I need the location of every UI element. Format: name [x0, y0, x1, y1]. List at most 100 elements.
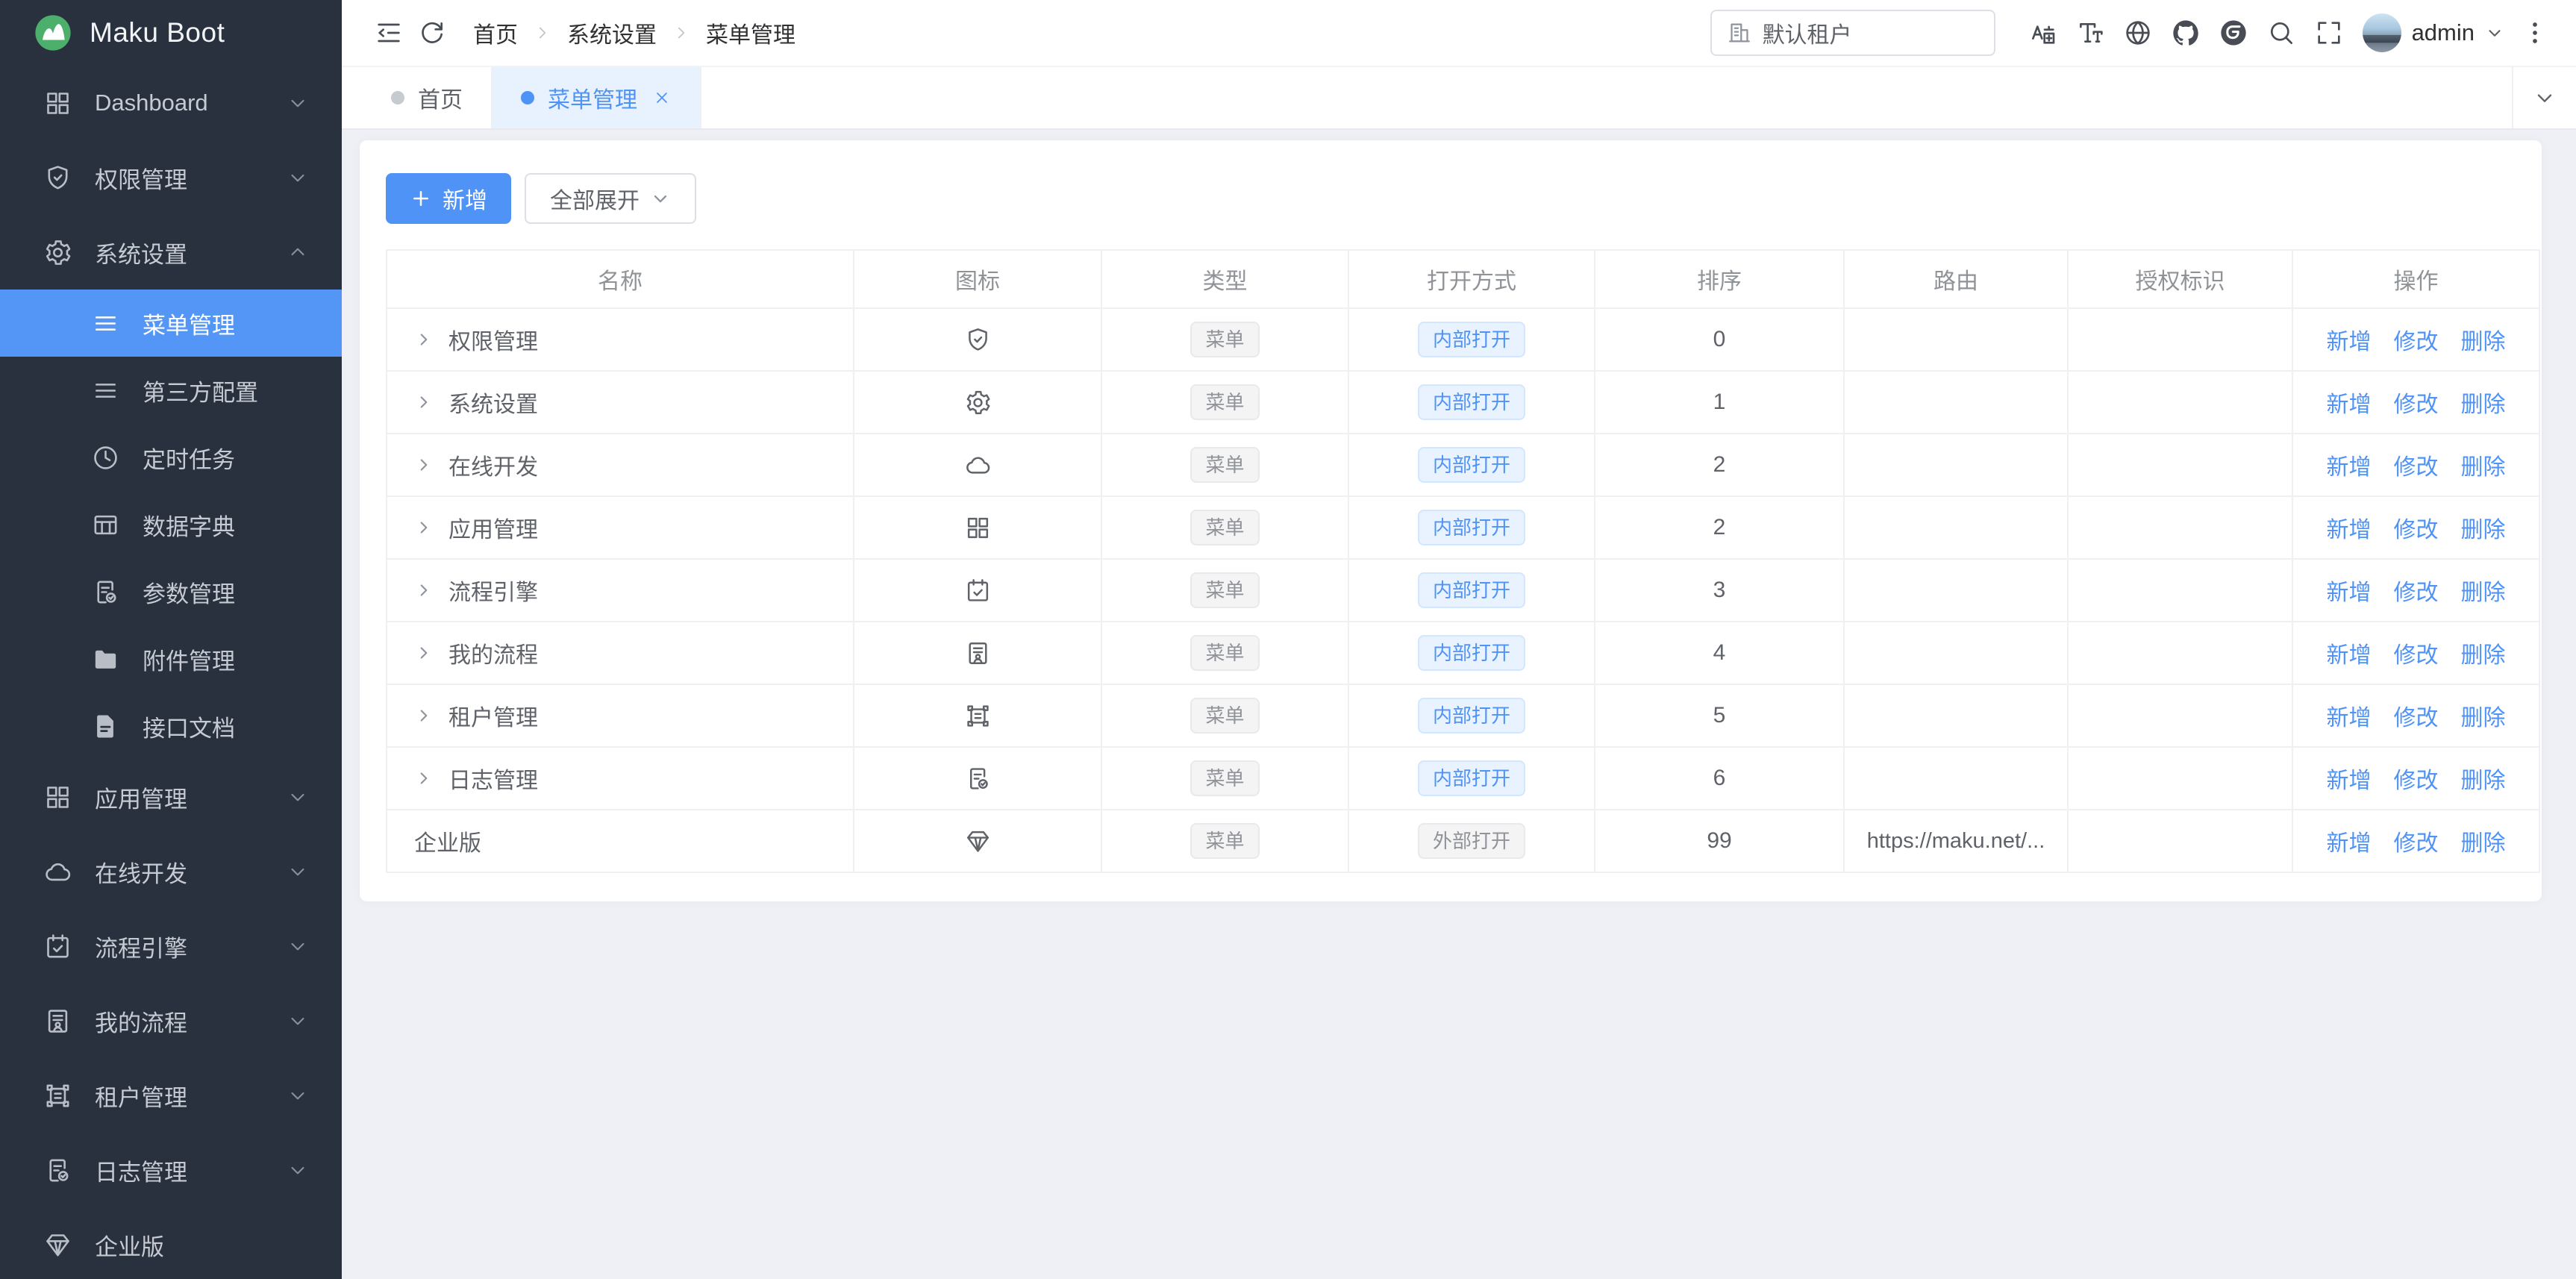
row-action-add[interactable]: 新增 — [2327, 762, 2372, 795]
building-icon — [1727, 20, 1752, 46]
row-action-edit[interactable]: 修改 — [2394, 699, 2439, 732]
row-action-delete[interactable]: 删除 — [2461, 699, 2506, 732]
row-expand-icon[interactable] — [414, 706, 434, 725]
row-expand-icon[interactable] — [414, 643, 434, 663]
apps-grid-icon — [43, 783, 72, 812]
table-column-header: 授权标识 — [2068, 250, 2292, 308]
row-action-add[interactable]: 新增 — [2327, 323, 2372, 356]
row-expand-icon[interactable] — [414, 330, 434, 349]
gitee-button[interactable] — [2212, 11, 2255, 54]
row-action-delete[interactable]: 删除 — [2461, 386, 2506, 419]
sidebar-item-2-6[interactable]: 接口文档 — [0, 692, 342, 760]
sidebar-item-label: 参数管理 — [143, 575, 309, 609]
chevron-down-icon — [287, 1159, 309, 1181]
user-menu[interactable]: admin — [2363, 13, 2504, 52]
sidebar-item-2-0[interactable]: 菜单管理 — [0, 290, 342, 357]
sidebar-item-label: 流程引擎 — [95, 930, 287, 963]
search-icon — [2266, 18, 2296, 48]
row-actions: 新增修改删除 — [2294, 762, 2538, 795]
row-action-delete[interactable]: 删除 — [2461, 637, 2506, 669]
translate-button[interactable] — [2021, 11, 2064, 54]
sidebar-collapse-icon[interactable] — [367, 11, 410, 54]
row-action-add[interactable]: 新增 — [2327, 386, 2372, 419]
sidebar-item-6[interactable]: 我的流程 — [0, 984, 342, 1058]
row-action-add[interactable]: 新增 — [2327, 574, 2372, 607]
translate-icon — [2028, 18, 2057, 48]
row-action-edit[interactable]: 修改 — [2394, 637, 2439, 669]
sidebar-item-3[interactable]: 应用管理 — [0, 760, 342, 834]
globe-button[interactable] — [2116, 11, 2160, 54]
row-action-edit[interactable]: 修改 — [2394, 762, 2439, 795]
search-button[interactable] — [2260, 11, 2303, 54]
row-action-delete[interactable]: 删除 — [2461, 323, 2506, 356]
row-expand-icon[interactable] — [414, 393, 434, 412]
sidebar-item-7[interactable]: 租户管理 — [0, 1058, 342, 1133]
row-sort: 1 — [1595, 371, 1844, 434]
tabs-dropdown-button[interactable] — [2512, 67, 2576, 128]
open-mode-tag: 外部打开 — [1418, 823, 1525, 859]
row-actions: 新增修改删除 — [2294, 574, 2538, 607]
row-name-wrap: 系统设置 — [414, 386, 845, 419]
sidebar-item-label: 应用管理 — [95, 781, 287, 814]
breadcrumb-item[interactable]: 系统设置 — [567, 16, 657, 49]
row-action-add[interactable]: 新增 — [2327, 448, 2372, 481]
chevron-right-icon — [533, 23, 552, 43]
row-action-delete[interactable]: 删除 — [2461, 574, 2506, 607]
row-action-edit[interactable]: 修改 — [2394, 386, 2439, 419]
breadcrumb-item[interactable]: 首页 — [473, 16, 518, 49]
sidebar-item-label: Dashboard — [95, 90, 287, 116]
row-action-edit[interactable]: 修改 — [2394, 574, 2439, 607]
font-size-button[interactable] — [2069, 11, 2112, 54]
table-row-2: 在线开发菜单内部打开2新增修改删除 — [387, 434, 2539, 496]
row-action-delete[interactable]: 删除 — [2461, 825, 2506, 857]
sidebar-item-2-3[interactable]: 数据字典 — [0, 491, 342, 558]
sidebar-item-1[interactable]: 权限管理 — [0, 140, 342, 215]
sidebar-item-8[interactable]: 日志管理 — [0, 1133, 342, 1207]
font-size-icon — [2075, 18, 2105, 48]
row-expand-icon[interactable] — [414, 518, 434, 537]
sidebar-item-9[interactable]: 企业版 — [0, 1207, 342, 1279]
sidebar-item-4[interactable]: 在线开发 — [0, 834, 342, 909]
tab-0[interactable]: 首页 — [363, 67, 493, 128]
row-action-add[interactable]: 新增 — [2327, 825, 2372, 857]
row-action-delete[interactable]: 删除 — [2461, 511, 2506, 544]
sidebar-item-2-4[interactable]: 参数管理 — [0, 558, 342, 625]
kebab-menu-icon[interactable] — [2513, 11, 2557, 54]
sidebar-item-2[interactable]: 系统设置 — [0, 215, 342, 290]
github-button[interactable] — [2164, 11, 2207, 54]
row-action-edit[interactable]: 修改 — [2394, 511, 2439, 544]
fullscreen-icon — [2314, 18, 2344, 48]
sidebar-item-label: 数据字典 — [143, 508, 309, 542]
row-action-add[interactable]: 新增 — [2327, 511, 2372, 544]
sidebar-item-label: 日志管理 — [95, 1154, 287, 1187]
row-expand-icon[interactable] — [414, 455, 434, 475]
tab-1[interactable]: 菜单管理 — [493, 67, 701, 128]
row-action-add[interactable]: 新增 — [2327, 637, 2372, 669]
tenant-select[interactable]: 默认租户 — [1710, 10, 1995, 56]
sidebar-item-2-1[interactable]: 第三方配置 — [0, 357, 342, 424]
row-action-edit[interactable]: 修改 — [2394, 323, 2439, 356]
row-expand-icon[interactable] — [414, 581, 434, 600]
row-action-delete[interactable]: 删除 — [2461, 448, 2506, 481]
row-action-edit[interactable]: 修改 — [2394, 825, 2439, 857]
tab-close-icon[interactable] — [652, 88, 672, 107]
sidebar-item-label: 菜单管理 — [143, 307, 309, 340]
topbar-right: 默认租户 admin — [1710, 10, 2557, 56]
refresh-icon[interactable] — [410, 11, 454, 54]
sidebar-item-5[interactable]: 流程引擎 — [0, 909, 342, 984]
diamond-icon — [964, 828, 992, 855]
row-action-add[interactable]: 新增 — [2327, 699, 2372, 732]
row-action-delete[interactable]: 删除 — [2461, 762, 2506, 795]
fullscreen-button[interactable] — [2307, 11, 2351, 54]
sidebar-item-0[interactable]: Dashboard — [0, 66, 342, 140]
add-button[interactable]: 新增 — [386, 173, 511, 224]
sidebar-item-2-5[interactable]: 附件管理 — [0, 625, 342, 692]
sidebar-item-2-2[interactable]: 定时任务 — [0, 424, 342, 491]
chevron-down-icon — [650, 188, 671, 209]
avatar — [2363, 13, 2401, 52]
diamond-icon — [43, 1230, 72, 1260]
open-mode-tag: 内部打开 — [1418, 322, 1525, 357]
row-action-edit[interactable]: 修改 — [2394, 448, 2439, 481]
expand-all-button[interactable]: 全部展开 — [525, 173, 696, 224]
row-expand-icon[interactable] — [414, 769, 434, 788]
